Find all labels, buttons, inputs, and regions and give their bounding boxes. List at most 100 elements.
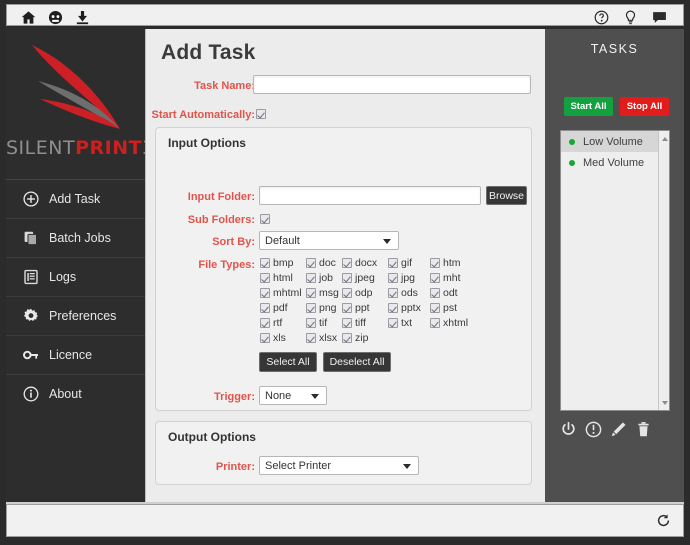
file-type-txt[interactable]: txt xyxy=(388,317,412,329)
file-type-gif[interactable]: gif xyxy=(388,257,412,269)
gear-icon xyxy=(22,308,39,325)
select-all-button[interactable]: Select All xyxy=(259,352,317,372)
file-type-checkbox[interactable] xyxy=(260,303,270,314)
file-type-checkbox[interactable] xyxy=(342,273,352,284)
file-type-checkbox[interactable] xyxy=(306,288,316,299)
file-type-ods[interactable]: ods xyxy=(388,287,418,299)
file-type-checkbox[interactable] xyxy=(388,258,398,269)
sidebar-item-about[interactable]: About xyxy=(6,374,145,413)
sidebar-item-add-task[interactable]: Add Task xyxy=(6,179,145,218)
chat-bubble-icon[interactable] xyxy=(652,10,667,25)
sort-by-dropdown[interactable]: Default xyxy=(259,231,399,250)
file-type-tiff[interactable]: tiff xyxy=(342,317,366,329)
start-all-button[interactable]: Start All xyxy=(564,97,613,116)
file-type-job[interactable]: job xyxy=(306,272,333,284)
file-type-jpg[interactable]: jpg xyxy=(388,272,415,284)
sidebar-item-licence[interactable]: Licence xyxy=(6,335,145,374)
deselect-all-button[interactable]: Deselect All xyxy=(323,352,391,372)
sidebar-item-logs[interactable]: Logs xyxy=(6,257,145,296)
file-type-htm[interactable]: htm xyxy=(430,257,461,269)
file-type-xhtml[interactable]: xhtml xyxy=(430,317,468,329)
lightbulb-icon[interactable] xyxy=(623,10,638,25)
file-type-checkbox[interactable] xyxy=(430,258,440,269)
file-type-checkbox[interactable] xyxy=(260,288,270,299)
file-type-odp[interactable]: odp xyxy=(342,287,373,299)
file-type-jpeg[interactable]: jpeg xyxy=(342,272,375,284)
file-type-checkbox[interactable] xyxy=(430,288,440,299)
file-type-docx[interactable]: docx xyxy=(342,257,377,269)
download-icon[interactable] xyxy=(75,10,90,25)
file-type-checkbox[interactable] xyxy=(388,318,398,329)
trash-icon[interactable] xyxy=(635,421,652,438)
file-type-checkbox[interactable] xyxy=(260,333,270,344)
task-list-scrollbar[interactable] xyxy=(658,131,669,410)
file-type-xlsx[interactable]: xlsx xyxy=(306,332,337,344)
file-type-checkbox[interactable] xyxy=(388,273,398,284)
sidebar-item-label: Batch Jobs xyxy=(49,231,111,245)
task-name-input[interactable] xyxy=(253,75,531,94)
file-type-rtf[interactable]: rtf xyxy=(260,317,282,329)
file-type-checkbox[interactable] xyxy=(342,288,352,299)
sub-folders-checkbox[interactable] xyxy=(260,214,270,224)
file-type-xls[interactable]: xls xyxy=(260,332,286,344)
tasks-panel: TASKS Start All Stop All Low Volume Med … xyxy=(545,29,684,502)
input-folder-input[interactable] xyxy=(259,186,481,205)
file-type-checkbox[interactable] xyxy=(388,288,398,299)
sidebar-item-preferences[interactable]: Preferences xyxy=(6,296,145,335)
file-type-msg[interactable]: msg xyxy=(306,287,339,299)
file-type-ppt[interactable]: ppt xyxy=(342,302,370,314)
file-type-checkbox[interactable] xyxy=(430,273,440,284)
start-automatically-label: Start Automatically: xyxy=(151,109,255,121)
file-type-checkbox[interactable] xyxy=(306,333,316,344)
file-type-label: txt xyxy=(401,317,413,329)
file-type-mhtml[interactable]: mhtml xyxy=(260,287,302,299)
file-type-pst[interactable]: pst xyxy=(430,302,457,314)
file-type-bmp[interactable]: bmp xyxy=(260,257,293,269)
file-types-label: File Types: xyxy=(198,259,255,271)
file-type-label: doc xyxy=(319,257,336,269)
file-type-html[interactable]: html xyxy=(260,272,293,284)
stop-all-button[interactable]: Stop All xyxy=(620,97,669,116)
scroll-up-arrow-icon[interactable] xyxy=(660,134,669,143)
file-type-checkbox[interactable] xyxy=(260,273,270,284)
power-icon[interactable] xyxy=(560,421,577,438)
file-type-checkbox[interactable] xyxy=(342,333,352,344)
file-type-checkbox[interactable] xyxy=(306,258,316,269)
trigger-dropdown[interactable]: None xyxy=(259,386,327,405)
task-list[interactable]: Low Volume Med Volume xyxy=(560,130,670,411)
file-type-png[interactable]: png xyxy=(306,302,337,314)
file-type-pdf[interactable]: pdf xyxy=(260,302,288,314)
file-type-pptx[interactable]: pptx xyxy=(388,302,421,314)
printer-dropdown[interactable]: Select Printer xyxy=(259,456,419,475)
file-type-checkbox[interactable] xyxy=(342,258,352,269)
file-type-tif[interactable]: tif xyxy=(306,317,327,329)
file-type-label: odp xyxy=(355,287,373,299)
file-type-checkbox[interactable] xyxy=(260,258,270,269)
scroll-down-arrow-icon[interactable] xyxy=(660,398,669,407)
file-type-checkbox[interactable] xyxy=(430,318,440,329)
file-type-checkbox[interactable] xyxy=(430,303,440,314)
file-type-odt[interactable]: odt xyxy=(430,287,458,299)
task-list-item[interactable]: Low Volume xyxy=(561,131,669,152)
browse-button[interactable]: Browse xyxy=(486,186,527,205)
sidebar-item-batch-jobs[interactable]: Batch Jobs xyxy=(6,218,145,257)
file-type-checkbox[interactable] xyxy=(342,318,352,329)
file-type-doc[interactable]: doc xyxy=(306,257,336,269)
pencil-icon[interactable] xyxy=(610,421,627,438)
file-type-label: zip xyxy=(355,332,369,344)
file-type-checkbox[interactable] xyxy=(342,303,352,314)
task-list-item[interactable]: Med Volume xyxy=(561,152,669,173)
refresh-icon[interactable] xyxy=(656,513,671,528)
file-type-checkbox[interactable] xyxy=(306,273,316,284)
file-type-checkbox[interactable] xyxy=(260,318,270,329)
file-type-zip[interactable]: zip xyxy=(342,332,368,344)
file-type-checkbox[interactable] xyxy=(388,303,398,314)
face-icon[interactable] xyxy=(48,10,63,25)
file-type-checkbox[interactable] xyxy=(306,303,316,314)
file-type-mht[interactable]: mht xyxy=(430,272,461,284)
help-circle-icon[interactable] xyxy=(594,10,609,25)
file-type-checkbox[interactable] xyxy=(306,318,316,329)
alert-circle-icon[interactable] xyxy=(585,421,602,438)
home-icon[interactable] xyxy=(21,10,36,25)
start-automatically-checkbox[interactable] xyxy=(256,109,266,119)
